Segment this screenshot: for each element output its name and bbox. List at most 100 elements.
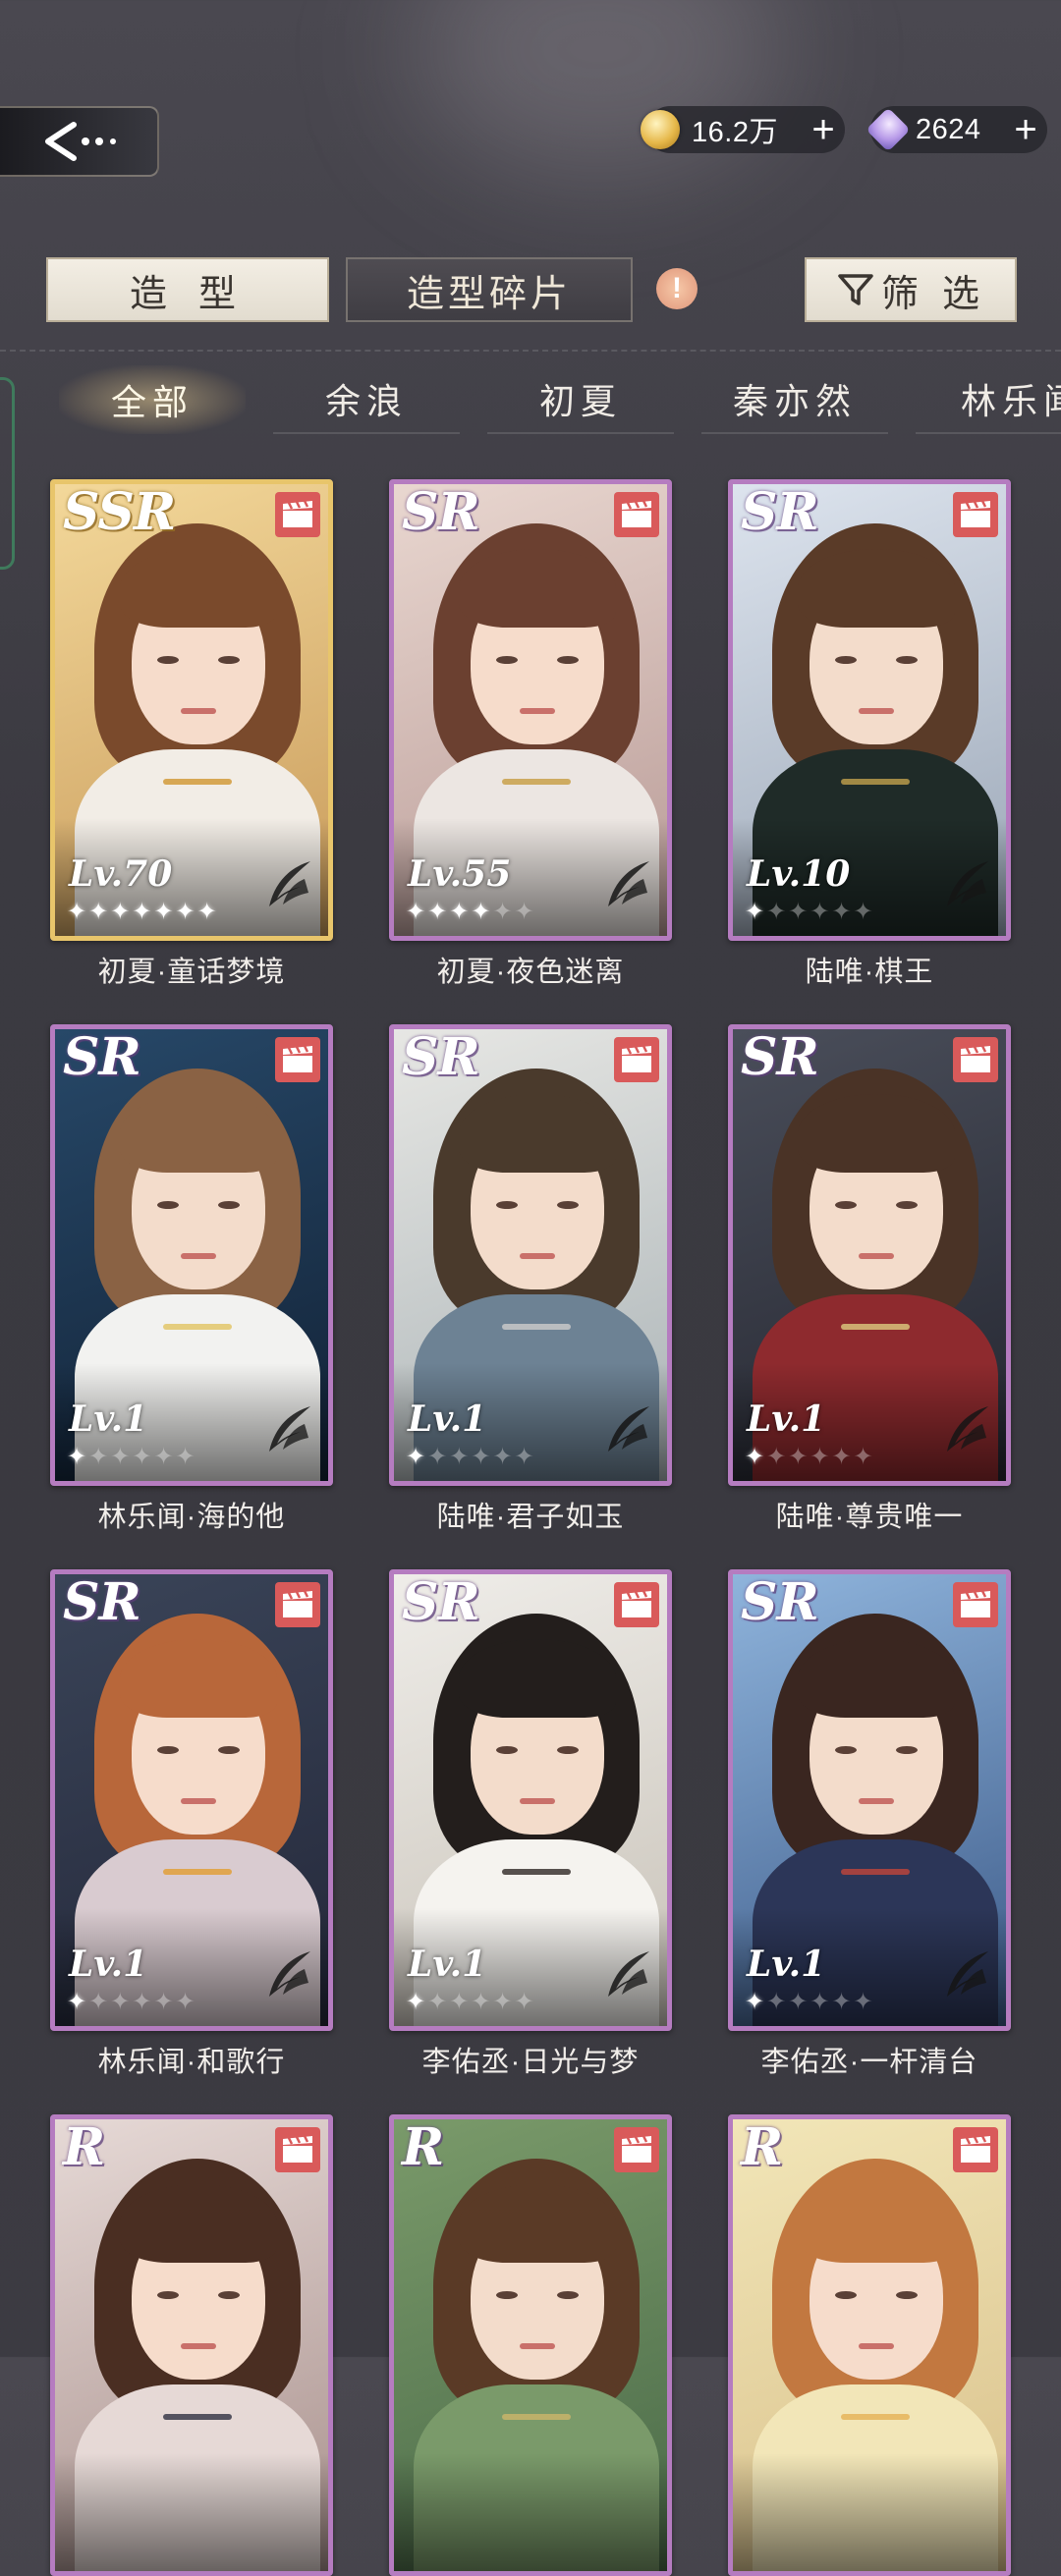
star-rating: ✦ ✦ ✦ ✦ ✦ ✦ bbox=[745, 1446, 873, 1469]
star-icon: ✦ bbox=[766, 1444, 787, 1470]
star-icon: ✦ bbox=[67, 899, 87, 925]
feather-emblem-icon bbox=[608, 1406, 649, 1452]
star-icon: ✦ bbox=[406, 1444, 426, 1470]
star-icon: ✦ bbox=[88, 899, 109, 925]
rarity-badge: SR bbox=[741, 1027, 819, 1087]
outfit-card[interactable]: SR Lv.1 ✦ ✦ ✦ ✦ ✦ ✦ bbox=[389, 1569, 672, 2031]
gem-counter: 2624 + bbox=[866, 106, 1047, 153]
star-icon: ✦ bbox=[514, 1444, 534, 1470]
clapperboard-icon[interactable] bbox=[275, 1037, 320, 1082]
star-icon: ✦ bbox=[196, 899, 217, 925]
add-gems-button[interactable]: + bbox=[1004, 110, 1047, 149]
star-icon: ✦ bbox=[831, 899, 852, 925]
char-tab-all[interactable]: 全部 bbox=[59, 365, 246, 434]
level-label: Lv.1 bbox=[747, 1398, 826, 1440]
star-rating: ✦ ✦ ✦ ✦ ✦ ✦ bbox=[406, 1446, 534, 1469]
rarity-badge: SR bbox=[63, 1027, 141, 1087]
char-tab-yulang[interactable]: 余浪 bbox=[273, 365, 460, 434]
feather-emblem-icon bbox=[608, 861, 649, 906]
rarity-badge: SR bbox=[402, 1027, 480, 1087]
outfit-card[interactable]: SR Lv.10 ✦ ✦ ✦ ✦ ✦ ✦ bbox=[728, 479, 1011, 941]
outfit-card[interactable]: R bbox=[50, 2114, 333, 2576]
star-icon: ✦ bbox=[427, 1444, 448, 1470]
star-icon: ✦ bbox=[471, 1444, 491, 1470]
star-icon: ✦ bbox=[67, 1989, 87, 2015]
star-icon: ✦ bbox=[745, 1444, 765, 1470]
feather-emblem-icon bbox=[269, 1406, 310, 1452]
star-icon: ✦ bbox=[67, 1444, 87, 1470]
outfit-card[interactable]: SR Lv.1 ✦ ✦ ✦ ✦ ✦ ✦ bbox=[728, 1024, 1011, 1486]
card-name: 林乐闻·和歌行 bbox=[97, 2047, 286, 2078]
clapperboard-icon[interactable] bbox=[275, 2127, 320, 2172]
alert-icon[interactable]: ! bbox=[656, 268, 698, 309]
card-shade bbox=[55, 2453, 328, 2571]
star-icon: ✦ bbox=[831, 1989, 852, 2015]
star-icon: ✦ bbox=[471, 1989, 491, 2015]
star-icon: ✦ bbox=[175, 1444, 195, 1470]
level-label: Lv.1 bbox=[69, 1944, 148, 1985]
star-icon: ✦ bbox=[449, 1444, 470, 1470]
char-tab-qinyiran[interactable]: 秦亦然 bbox=[701, 365, 888, 434]
coin-counter: 16.2万 + bbox=[641, 106, 845, 153]
star-icon: ✦ bbox=[132, 899, 152, 925]
tab-outfit[interactable]: 造 型 bbox=[46, 257, 329, 322]
clapperboard-icon[interactable] bbox=[275, 492, 320, 537]
rarity-badge: SR bbox=[63, 1572, 141, 1632]
outfit-card[interactable]: SR Lv.1 ✦ ✦ ✦ ✦ ✦ ✦ bbox=[50, 1569, 333, 2031]
clapperboard-icon[interactable] bbox=[953, 492, 998, 537]
feather-emblem-icon bbox=[269, 1951, 310, 1997]
level-label: Lv.1 bbox=[408, 1398, 487, 1440]
outfit-card[interactable]: R bbox=[728, 2114, 1011, 2576]
rarity-badge: SR bbox=[741, 482, 819, 542]
back-button[interactable] bbox=[0, 106, 159, 177]
clapperboard-icon[interactable] bbox=[275, 1582, 320, 1627]
card-name: 初夏·夜色迷离 bbox=[436, 957, 625, 988]
star-icon: ✦ bbox=[132, 1444, 152, 1470]
outfit-card[interactable]: R bbox=[389, 2114, 672, 2576]
star-icon: ✦ bbox=[492, 1444, 513, 1470]
card-name: 陆唯·尊贵唯一 bbox=[775, 1502, 964, 1533]
clapperboard-icon[interactable] bbox=[614, 1582, 659, 1627]
outfit-card[interactable]: SR Lv.1 ✦ ✦ ✦ ✦ ✦ ✦ bbox=[728, 1569, 1011, 2031]
clapperboard-icon[interactable] bbox=[614, 1037, 659, 1082]
star-icon: ✦ bbox=[788, 899, 809, 925]
level-label: Lv.10 bbox=[747, 853, 851, 895]
rarity-badge: R bbox=[741, 2117, 783, 2177]
star-rating: ✦ ✦ ✦ ✦ ✦ ✦ bbox=[406, 1991, 534, 2014]
rarity-badge: SR bbox=[402, 482, 480, 542]
card-name: 陆唯·棋王 bbox=[805, 957, 934, 988]
star-icon: ✦ bbox=[492, 1989, 513, 2015]
star-rating: ✦ ✦ ✦ ✦ ✦ ✦ bbox=[406, 901, 534, 924]
star-icon: ✦ bbox=[175, 1989, 195, 2015]
char-tab-linlewen[interactable]: 林乐闻 bbox=[916, 365, 1061, 434]
feather-emblem-icon bbox=[947, 1951, 988, 1997]
card-name: 林乐闻·海的他 bbox=[97, 1502, 286, 1533]
side-drawer-handle[interactable] bbox=[0, 377, 15, 570]
clapperboard-icon[interactable] bbox=[953, 1037, 998, 1082]
level-label: Lv.55 bbox=[408, 853, 512, 895]
star-icon: ✦ bbox=[810, 1444, 830, 1470]
star-rating: ✦ ✦ ✦ ✦ ✦ ✦ bbox=[745, 901, 873, 924]
star-icon: ✦ bbox=[514, 1989, 534, 2015]
clapperboard-icon[interactable] bbox=[953, 2127, 998, 2172]
gem-amount: 2624 bbox=[916, 113, 981, 145]
clapperboard-icon[interactable] bbox=[614, 492, 659, 537]
clapperboard-icon[interactable] bbox=[953, 1582, 998, 1627]
rarity-badge: R bbox=[402, 2117, 444, 2177]
gem-icon bbox=[866, 107, 911, 152]
tab-outfit-fragments[interactable]: 造型碎片 bbox=[346, 257, 633, 322]
star-icon: ✦ bbox=[766, 899, 787, 925]
star-icon: ✦ bbox=[175, 899, 195, 925]
add-coins-button[interactable]: + bbox=[802, 110, 845, 149]
clapperboard-icon[interactable] bbox=[614, 2127, 659, 2172]
coin-icon bbox=[641, 110, 680, 149]
outfit-card[interactable]: SSR Lv.70 ✦ ✦ ✦ ✦ ✦ ✦ ✦ bbox=[50, 479, 333, 941]
outfit-card[interactable]: SR Lv.1 ✦ ✦ ✦ ✦ ✦ ✦ bbox=[389, 1024, 672, 1486]
outfit-card[interactable]: SR Lv.55 ✦ ✦ ✦ ✦ ✦ ✦ bbox=[389, 479, 672, 941]
outfit-card[interactable]: SR Lv.1 ✦ ✦ ✦ ✦ ✦ ✦ bbox=[50, 1024, 333, 1486]
filter-button[interactable]: 筛 选 bbox=[805, 257, 1017, 322]
star-icon: ✦ bbox=[110, 1989, 131, 2015]
rarity-badge: SR bbox=[741, 1572, 819, 1632]
back-arrow-icon bbox=[45, 122, 116, 161]
char-tab-chuxia[interactable]: 初夏 bbox=[487, 365, 674, 434]
